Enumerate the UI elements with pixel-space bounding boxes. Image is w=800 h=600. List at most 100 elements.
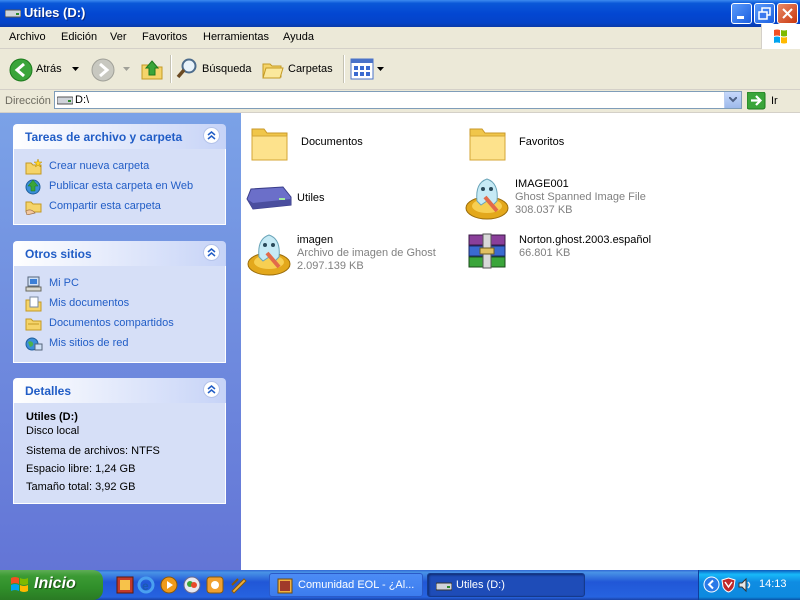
menu-favoritos[interactable]: Favoritos (142, 31, 187, 43)
svg-text:e: e (142, 579, 149, 593)
task-new-folder[interactable]: Crear nueva carpeta (14, 157, 225, 177)
views-button[interactable] (350, 55, 384, 83)
address-value: D:\ (75, 94, 90, 106)
file-item-imagen[interactable]: imagen Archivo de imagen de Ghost 2.097.… (245, 231, 455, 277)
ghost-icon (465, 178, 509, 220)
file-item-documentos[interactable]: Documentos (249, 123, 459, 169)
chevron-down-icon (123, 67, 130, 71)
menu-ver[interactable]: Ver (110, 31, 127, 43)
places-panel-header[interactable]: Otros sitios (13, 241, 226, 266)
window-title: Utiles (D:) (24, 5, 86, 20)
file-item-norton-ghost[interactable]: Norton.ghost.2003.español 66.801 KB (467, 233, 677, 279)
place-label: Mis documentos (49, 297, 130, 309)
collapse-button[interactable] (203, 381, 220, 398)
toolbar: Atrás Búsqueda Carpetas (0, 49, 800, 90)
menu-herramientas[interactable]: Herramientas (203, 31, 269, 43)
place-network[interactable]: Mis sitios de red (14, 334, 225, 354)
folders-icon (262, 63, 284, 79)
details-panel-body: Utiles (D:) Disco local Sistema de archi… (13, 403, 226, 504)
close-icon (782, 8, 793, 19)
drive-icon (5, 9, 21, 18)
forward-button[interactable] (88, 55, 134, 83)
search-icon (176, 58, 197, 79)
file-name: Documentos (301, 136, 363, 148)
file-name: IMAGE001 (515, 178, 569, 190)
folders-label: Carpetas (288, 63, 333, 75)
media-player-icon[interactable] (160, 576, 178, 594)
ie-icon[interactable]: e (137, 576, 155, 594)
collapse-button[interactable] (203, 127, 220, 144)
file-type: Archivo de imagen de Ghost (297, 247, 436, 259)
search-label: Búsqueda (202, 63, 252, 75)
task-publish-web[interactable]: Publicar esta carpeta en Web (14, 177, 225, 197)
my-computer-icon (25, 276, 42, 292)
back-button[interactable]: Atrás (6, 55, 82, 83)
menu-ayuda[interactable]: Ayuda (283, 31, 314, 43)
up-folder-button[interactable] (138, 55, 166, 83)
file-list: Documentos Favoritos Utiles IMAGE001 Gho… (241, 113, 800, 570)
minimize-button[interactable] (731, 3, 752, 24)
app-icon[interactable] (229, 576, 247, 594)
taskbar-item-label: Comunidad EOL - ¿Al... (298, 579, 415, 591)
close-button[interactable] (777, 3, 798, 24)
taskbar-item-utiles[interactable]: Utiles (D:) (427, 573, 585, 597)
volume-icon[interactable] (737, 577, 754, 593)
folders-button[interactable]: Carpetas (261, 55, 339, 83)
up-folder-icon (141, 60, 163, 80)
taskbar: Inicio e Comunidad EOL - ¿Al... Utiles (… (0, 570, 800, 600)
ghost-icon (247, 234, 291, 276)
shield-icon[interactable] (721, 577, 736, 593)
toolbar-separator (343, 55, 345, 83)
file-item-favoritos[interactable]: Favoritos (467, 123, 677, 169)
title-bar[interactable]: Utiles (D:) (0, 0, 800, 27)
taskbar-item-comunidad-eol[interactable]: Comunidad EOL - ¿Al... (269, 573, 423, 597)
back-label: Atrás (36, 63, 62, 75)
details-panel-title: Detalles (25, 384, 72, 398)
start-button[interactable]: Inicio (0, 570, 103, 600)
details-panel-header[interactable]: Detalles (13, 378, 226, 403)
address-input[interactable]: D:\ (54, 91, 742, 109)
task-share-folder[interactable]: Compartir esta carpeta (14, 197, 225, 217)
address-dropdown-button[interactable] (724, 92, 741, 108)
places-panel: Otros sitios Mi PC Mis documentos Docume… (13, 241, 226, 363)
back-arrow-icon (9, 58, 33, 82)
tasks-panel-header[interactable]: Tareas de archivo y carpeta (13, 124, 226, 149)
chevron-down-icon (729, 97, 737, 103)
drive-icon (436, 582, 452, 591)
maximize-button[interactable] (754, 3, 775, 24)
messenger-icon[interactable] (183, 576, 201, 594)
app-icon[interactable] (206, 576, 224, 594)
menu-bar: Archivo Edición Ver Favoritos Herramient… (0, 27, 800, 49)
drive-icon (57, 96, 73, 105)
menu-edicion[interactable]: Edición (61, 31, 97, 43)
quicklaunch-app-icon[interactable] (116, 576, 134, 594)
chevron-up-icon (207, 131, 216, 140)
restore-icon (758, 7, 771, 20)
collapse-button[interactable] (203, 244, 220, 261)
chevron-up-icon (207, 248, 216, 257)
place-shared-documents[interactable]: Documentos compartidos (14, 314, 225, 334)
file-item-utiles[interactable]: Utiles (245, 179, 455, 225)
go-button[interactable]: Ir (746, 91, 778, 113)
details-free-space: Espacio libre: 1,24 GB (26, 463, 136, 475)
folder-icon (469, 128, 506, 161)
toolbar-separator (170, 55, 172, 83)
details-filesystem: Sistema de archivos: NTFS (26, 445, 160, 457)
place-my-documents[interactable]: Mis documentos (14, 294, 225, 314)
place-label: Mi PC (49, 277, 79, 289)
show-hidden-icons-button[interactable] (703, 576, 720, 593)
details-total-size: Tamaño total: 3,92 GB (26, 481, 136, 493)
drive-icon (246, 186, 292, 210)
file-name: Favoritos (519, 136, 565, 148)
publish-web-icon (25, 179, 41, 195)
network-icon (25, 337, 43, 351)
address-bar: Dirección D:\ Ir (0, 90, 800, 113)
details-name: Utiles (D:) (26, 411, 78, 423)
search-button[interactable]: Búsqueda (175, 55, 255, 83)
place-my-pc[interactable]: Mi PC (14, 274, 225, 294)
menu-archivo[interactable]: Archivo (9, 31, 46, 43)
tasks-panel-title: Tareas de archivo y carpeta (25, 130, 183, 144)
file-item-image001[interactable]: IMAGE001 Ghost Spanned Image File 308.03… (463, 175, 673, 221)
go-label: Ir (771, 95, 778, 107)
details-type: Disco local (26, 425, 80, 437)
